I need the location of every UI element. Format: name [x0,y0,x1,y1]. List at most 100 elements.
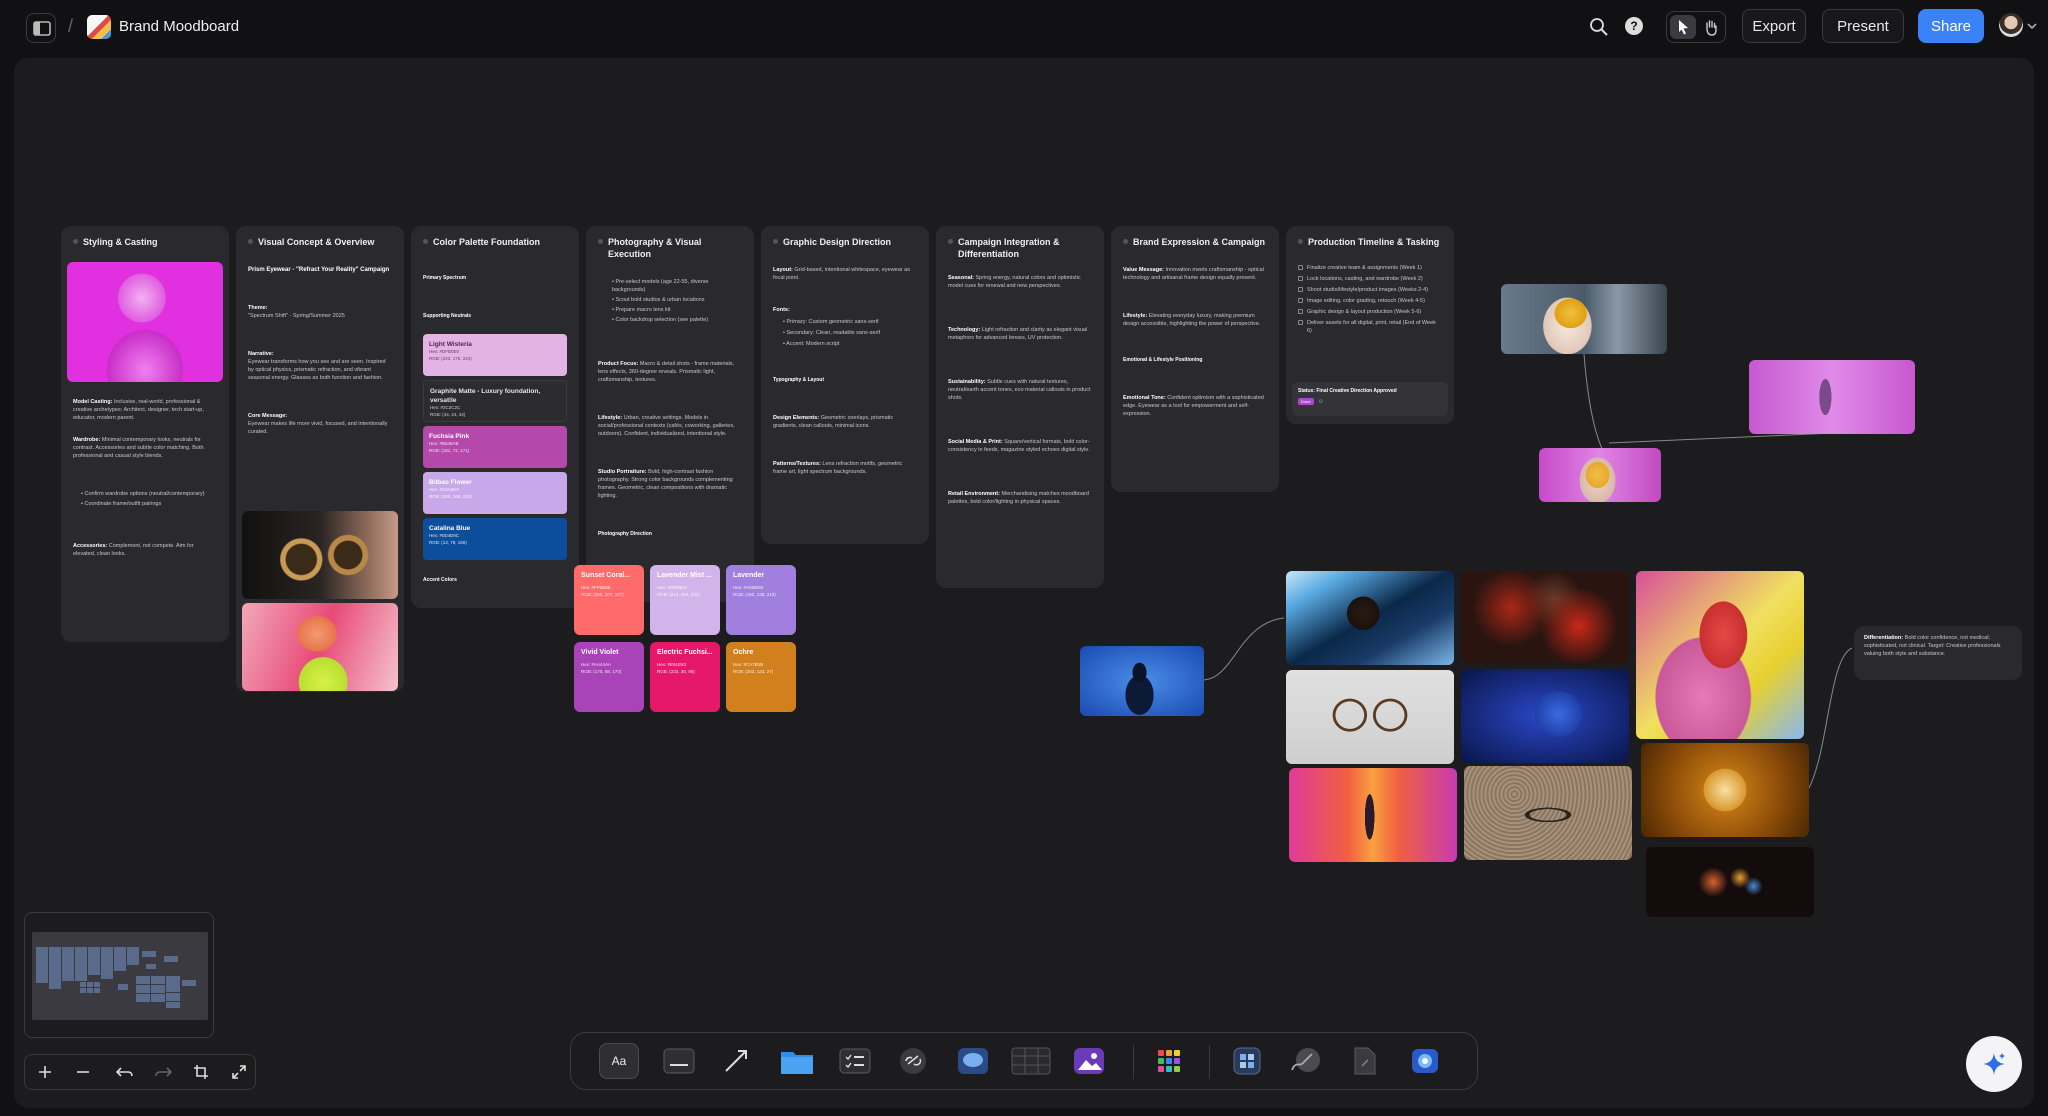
palette-swatch[interactable]: Catalina Blue Hex: #0D4E9C RGB: (13, 78, 1… [423,518,567,560]
task-checkbox[interactable] [1298,320,1303,325]
chevron-down-icon[interactable] [2027,22,2037,30]
search-icon[interactable] [1588,16,1610,38]
apps-tool-button[interactable] [1149,1043,1189,1079]
zoom-out-button[interactable] [65,1055,101,1089]
checklist-tool-button[interactable] [835,1043,875,1079]
screenshot-tool-button[interactable] [1405,1043,1445,1079]
pointer-tool-button[interactable] [1670,15,1696,39]
undo-button[interactable] [107,1055,143,1089]
breadcrumb-separator: / [68,16,74,36]
retail-label: Retail Environment: [948,491,1000,497]
task-checkbox[interactable] [1298,298,1303,303]
top-bar: / Brand Moodboard ? Export Present Share [0,0,2048,56]
fit-to-screen-button[interactable] [221,1055,257,1089]
task-checkbox[interactable] [1298,265,1303,270]
card-visual-concept[interactable]: Visual Concept & Overview Prism Eyewear … [236,226,404,692]
comment-tool-button[interactable] [953,1043,993,1079]
color-swatch-card[interactable]: Electric Fuchsi... Hex: #E91E63 RGB: (233,… [650,642,720,712]
palette-swatch[interactable]: Fuchsia Pink Hex: #B548AB RGB: (181, 72, 1… [423,426,567,468]
expand-icon [232,1065,246,1079]
file-tool-button[interactable] [1345,1043,1385,1079]
board-thumbnail-icon [87,15,111,39]
redo-button[interactable] [145,1055,181,1089]
task-item[interactable]: Shoot studio/lifestyle/product images (W… [1298,286,1442,294]
export-button[interactable]: Export [1742,9,1806,43]
social-media-label: Social Media & Print: [948,439,1003,445]
task-checkbox[interactable] [1298,276,1303,281]
checklist-icon [839,1048,871,1074]
list-item: • Scout bold studios & urban locations [612,297,705,303]
task-item[interactable]: Lock locations, casting, and wardrobe (W… [1298,275,1442,283]
templates-tool-button[interactable] [1227,1043,1267,1079]
orange-corridor-image[interactable] [1289,768,1457,862]
card-color-palette[interactable]: Color Palette Foundation Primary Spectru… [411,226,579,608]
color-swatch-card[interactable]: Lavender Mist ... Hex: #D6B8E8 RGB: (214, … [650,565,720,635]
card-photography[interactable]: Photography & Visual Execution • Pre-sel… [586,226,754,602]
link-tool-button[interactable] [893,1043,933,1079]
color-swatch-card[interactable]: Lavender Hex: #A08BDB RGB: (160, 139, 219) [726,565,796,635]
colorful-portrait-image [242,603,398,691]
swatch-hex: Hex: #E91E63 [657,662,687,667]
share-button[interactable]: Share [1918,9,1984,43]
differentiation-note[interactable]: Differentiation: Bold color confidence, … [1854,626,2022,680]
table-tool-button[interactable] [1011,1043,1051,1079]
pink-silhouette-image[interactable] [1749,360,1915,434]
minimap-viewport[interactable] [32,932,208,1020]
board-canvas[interactable]: Styling & Casting Model Casting: Inclusi… [14,58,2034,1108]
color-swatch-card[interactable]: Ochre Hex: #CA7B1B RGB: (202, 123, 27) [726,642,796,712]
card-graphic-design[interactable]: Graphic Design Direction Layout: Grid-ba… [761,226,929,544]
hand-tool-button[interactable] [1698,15,1724,39]
color-swatch-card[interactable]: Vivid Violet Hex: #AA44AA RGB: (170, 68, 1… [574,642,644,712]
card-styling-casting[interactable]: Styling & Casting Model Casting: Inclusi… [61,226,229,642]
image-tool-button[interactable] [1069,1043,1109,1079]
task-item[interactable]: Image editing, color grading, retouch (W… [1298,297,1442,305]
eyeglasses-on-sand-image[interactable] [1464,766,1632,860]
fireworks-image[interactable] [1646,847,1814,917]
task-checkbox[interactable] [1298,309,1303,314]
sidebar-toggle-button[interactable] [26,13,56,43]
help-icon[interactable]: ? [1625,17,1643,35]
swatch-name: Fuchsia Pink [429,433,470,440]
comment-icon[interactable]: ☺ [1318,399,1324,405]
task-item[interactable]: Graphic design & layout production (Week… [1298,308,1442,316]
color-swatch-card[interactable]: Sunset Coral... Hex: #FF6B6B RGB: (255, 10… [574,565,644,635]
zoom-in-button[interactable] [27,1055,63,1089]
text-tool-button[interactable]: Aa [599,1043,639,1079]
crop-frame-button[interactable] [183,1055,219,1089]
line-tool-button[interactable] [717,1043,757,1079]
colorful-fashion-image[interactable] [1636,571,1804,739]
card-campaign-integration[interactable]: Campaign Integration & Differentiation S… [936,226,1104,588]
task-checkbox[interactable] [1298,287,1303,292]
palette-swatch[interactable]: Light Wisteria Hex: #DFB0E0 RGB: (223, 176… [423,334,567,376]
palette-swatch[interactable]: Bilbao Flower Hex: #C8A8E9 RGB: (200, 168,… [423,472,567,514]
car-sunglasses-image[interactable] [1286,571,1454,665]
yellow-sunglasses-portrait-image[interactable] [1501,284,1667,354]
status-badge[interactable]: Done [1298,398,1314,405]
emotional-tone-label: Emotional Tone: [1123,395,1166,401]
card-brand-expression[interactable]: Brand Expression & Campaign Value Messag… [1111,226,1279,492]
folder-tool-button[interactable] [777,1043,817,1079]
eyeglasses-product-image[interactable] [1286,670,1454,764]
draw-tool-button[interactable] [1285,1043,1325,1079]
blue-portrait-image[interactable] [1080,646,1204,716]
layout-text: Grid-based, intentional whitespace, eyew… [773,267,910,281]
task-item[interactable]: Finalize creative team & assignments (We… [1298,264,1442,272]
sticky-note-tool-button[interactable] [659,1043,699,1079]
pink-eyewear-portrait-image[interactable] [1539,448,1661,502]
present-button[interactable]: Present [1822,9,1904,43]
blue-hooded-figure-image[interactable] [1461,669,1629,763]
user-avatar[interactable] [1999,13,2023,37]
swatch-name: Light Wisteria [429,341,472,348]
note-icon [663,1048,695,1074]
palette-swatch[interactable]: Graphite Matte - Luxury foundation, vers… [423,380,567,422]
ai-assistant-button[interactable] [1966,1036,2022,1092]
list-item: • Primary: Custom geometric sans-serif [783,319,879,325]
card-production-timeline[interactable]: Production Timeline & Tasking Finalize c… [1286,226,1454,424]
task-item[interactable]: Deliver assets for all digital, print, r… [1298,319,1442,335]
page-title[interactable]: Brand Moodboard [119,18,239,35]
card-title: Photography & Visual Execution [598,236,742,260]
red-abstract-image[interactable] [1461,571,1629,663]
golden-hexagon-image[interactable] [1641,743,1809,837]
toolbar-divider [1133,1045,1134,1079]
minimap[interactable] [24,912,214,1038]
